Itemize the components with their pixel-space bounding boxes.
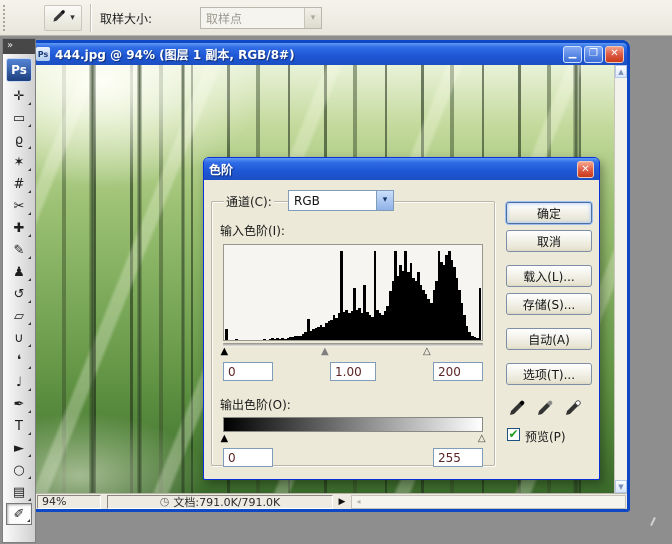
save-button[interactable]: 存储(S)...	[506, 293, 592, 315]
black-point-eyedropper[interactable]	[507, 398, 529, 420]
move-tool[interactable]: ✛	[6, 85, 32, 107]
horizontal-scrollbar[interactable]: ◂	[351, 494, 626, 509]
histogram-bar	[478, 288, 482, 340]
output-white-slider[interactable]: △	[478, 434, 486, 444]
tree-trunk	[137, 65, 142, 493]
toolbar-separator	[90, 4, 91, 32]
history-brush-tool[interactable]: ↺	[6, 283, 32, 305]
output-gradient-bar	[223, 417, 483, 432]
options-button[interactable]: 选项(T)...	[506, 363, 592, 385]
output-white-field[interactable]	[433, 448, 483, 467]
lasso-tool[interactable]: ϱ	[6, 129, 32, 151]
channel-dropdown[interactable]: RGB ▾	[288, 190, 394, 211]
path-select-tool[interactable]: ►	[6, 437, 32, 459]
auto-button[interactable]: 自动(A)	[506, 328, 592, 350]
dialog-title: 色阶	[209, 162, 234, 177]
close-button[interactable]: ✕	[605, 45, 624, 63]
clock-icon: ◷	[159, 495, 170, 508]
histogram-box	[223, 244, 483, 341]
dialog-titlebar[interactable]: 色阶 ✕	[204, 158, 599, 180]
white-point-eyedropper[interactable]	[563, 398, 585, 420]
document-title: 444.jpg @ 94% (图层 1 副本, RGB/8#)	[55, 47, 295, 62]
status-bar: ◷ 文档:791.0K/791.0K ▶ ◂	[33, 493, 627, 509]
output-black-field[interactable]	[223, 448, 273, 467]
channel-label: 通道(C):	[224, 193, 274, 210]
status-popup-arrow-button[interactable]: ▶	[335, 495, 349, 509]
dodge-tool[interactable]: ♩	[6, 371, 32, 393]
gray-point-eyedropper[interactable]	[535, 398, 557, 420]
tree-trunk	[89, 65, 96, 493]
histogram-bar	[225, 329, 228, 340]
input-gray-slider[interactable]: ▲	[321, 347, 329, 357]
tree-trunk	[181, 65, 185, 493]
toolbox-panel: » Ps ✛ ▭ ϱ ✶ # ✂ ✚ ✎ ♟ ↺ ▱ ∪ ❛ ♩ ✒ T ► ○ ▤ ✐	[2, 38, 36, 543]
crop-tool[interactable]: #	[6, 173, 32, 195]
toolbox-collapse-button[interactable]: »	[3, 39, 35, 54]
doc-info-field: ◷ 文档:791.0K/791.0K	[107, 494, 333, 509]
eyedropper-icon	[51, 8, 67, 28]
scroll-left-button[interactable]: ◂	[352, 496, 365, 508]
maximize-button[interactable]: ❐	[584, 45, 603, 63]
sample-point-dropdown[interactable]: 取样点 ▾	[200, 7, 322, 29]
histogram-bars	[225, 251, 482, 340]
dialog-body: 通道(C): RGB ▾ 输入色阶(I): ▲ ▲ △ 输出色阶(O): ▲ △…	[204, 180, 599, 479]
brush-tool[interactable]: ✎	[6, 239, 32, 261]
input-levels-label: 输入色阶(I):	[218, 222, 287, 239]
scroll-up-button[interactable]: ▲	[615, 65, 627, 78]
clone-stamp-tool[interactable]: ♟	[6, 261, 32, 283]
input-slider-row: ▲ ▲ △	[220, 347, 483, 359]
slice-tool[interactable]: ✂	[6, 195, 32, 217]
cursor-artifact	[650, 517, 656, 526]
input-gamma-field[interactable]	[330, 362, 376, 381]
toolbox-tools: ✛ ▭ ϱ ✶ # ✂ ✚ ✎ ♟ ↺ ▱ ∪ ❛ ♩ ✒ T ► ○ ▤ ✐	[3, 85, 35, 525]
healing-brush-tool[interactable]: ✚	[6, 217, 32, 239]
blur-tool[interactable]: ❛	[6, 349, 32, 371]
paint-bucket-tool[interactable]: ∪	[6, 327, 32, 349]
preview-label: 预览(P)	[523, 428, 568, 445]
output-slider-row: ▲ △	[220, 434, 486, 446]
chevron-down-icon: ▾	[376, 191, 393, 210]
notes-tool[interactable]: ▤	[6, 481, 32, 503]
input-black-field[interactable]	[223, 362, 273, 381]
cancel-button[interactable]: 取消	[506, 230, 592, 252]
minimize-button[interactable]: ▁	[563, 45, 582, 63]
output-black-slider[interactable]: ▲	[220, 434, 228, 444]
output-levels-label: 输出色阶(O):	[218, 396, 293, 413]
tool-preset-button[interactable]: ▾	[44, 5, 82, 31]
channel-value: RGB	[294, 193, 320, 208]
zoom-level-field[interactable]	[37, 494, 101, 509]
toolbar-grip[interactable]	[3, 5, 6, 31]
histogram-bar	[235, 339, 238, 340]
load-button[interactable]: 载入(L)...	[506, 265, 592, 287]
eraser-tool[interactable]: ▱	[6, 305, 32, 327]
chevron-down-icon: ▾	[70, 12, 75, 23]
doc-info-text: 文档:791.0K/791.0K	[173, 495, 281, 509]
shape-tool[interactable]: ○	[6, 459, 32, 481]
photoshop-logo[interactable]: Ps	[6, 58, 32, 82]
marquee-tool[interactable]: ▭	[6, 107, 32, 129]
options-bar: ▾ 取样大小: 取样点 ▾	[0, 0, 672, 36]
histogram-bar	[263, 339, 266, 340]
dialog-buttons: 确定取消载入(L)... 存储(S)... 自动(A) 选项(T)...	[506, 202, 594, 385]
scroll-down-button[interactable]: ▼	[615, 480, 627, 493]
chevron-down-icon: ▾	[304, 8, 321, 28]
magic-wand-tool[interactable]: ✶	[6, 151, 32, 173]
double-chevron-icon: »	[7, 40, 14, 51]
sample-size-label: 取样大小:	[100, 12, 153, 26]
preview-check-glyph: ✔	[508, 426, 519, 441]
document-titlebar[interactable]: Ps 444.jpg @ 94% (图层 1 副本, RGB/8#) ▁ ❐ ✕	[33, 43, 627, 65]
preview-checkbox[interactable]: ✔	[507, 428, 520, 441]
photoshop-file-icon: Ps	[36, 47, 50, 61]
dialog-close-button[interactable]: ✕	[577, 160, 594, 178]
input-white-slider[interactable]: △	[423, 347, 431, 357]
eyedropper-tool[interactable]: ✐	[6, 503, 32, 525]
ok-button[interactable]: 确定	[506, 202, 592, 224]
input-white-field[interactable]	[433, 362, 483, 381]
vertical-scrollbar[interactable]: ▲ ▼	[614, 65, 627, 493]
pen-tool[interactable]: ✒	[6, 393, 32, 415]
sample-point-value: 取样点	[206, 11, 243, 26]
type-tool[interactable]: T	[6, 415, 32, 437]
levels-dialog: 色阶 ✕ 通道(C): RGB ▾ 输入色阶(I): ▲ ▲ △ 输出色阶(O)…	[203, 157, 600, 480]
input-black-slider[interactable]: ▲	[220, 347, 228, 357]
